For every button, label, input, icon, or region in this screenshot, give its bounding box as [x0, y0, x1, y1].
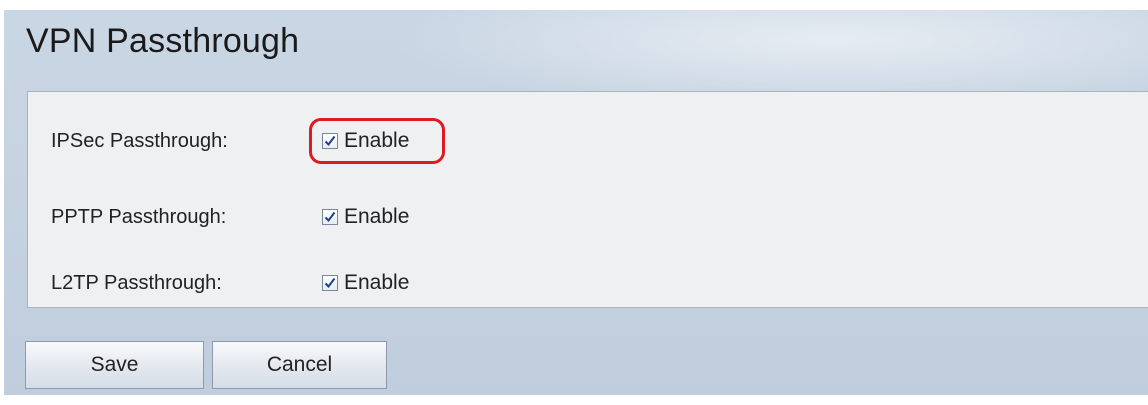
- pptp-enable-option[interactable]: Enable: [322, 205, 409, 229]
- pptp-enable-checkbox[interactable]: [322, 209, 338, 225]
- page-title: VPN Passthrough: [26, 22, 300, 60]
- ipsec-enable-highlight: [309, 118, 445, 164]
- checkmark-icon: [324, 211, 336, 223]
- vpn-passthrough-page: VPN Passthrough IPSec Passthrough: Enabl…: [4, 10, 1148, 395]
- settings-panel: IPSec Passthrough: Enable PPTP Passthrou…: [27, 91, 1148, 308]
- l2tp-enable-checkbox[interactable]: [322, 275, 338, 291]
- save-button[interactable]: Save: [25, 341, 204, 389]
- l2tp-passthrough-label: L2TP Passthrough:: [51, 271, 222, 294]
- ipsec-passthrough-label: IPSec Passthrough:: [51, 129, 228, 152]
- l2tp-enable-label: Enable: [344, 271, 410, 294]
- cancel-button[interactable]: Cancel: [212, 341, 387, 389]
- checkmark-icon: [324, 277, 336, 289]
- pptp-enable-label: Enable: [344, 205, 410, 228]
- pptp-passthrough-label: PPTP Passthrough:: [51, 205, 227, 228]
- l2tp-enable-option[interactable]: Enable: [322, 271, 409, 295]
